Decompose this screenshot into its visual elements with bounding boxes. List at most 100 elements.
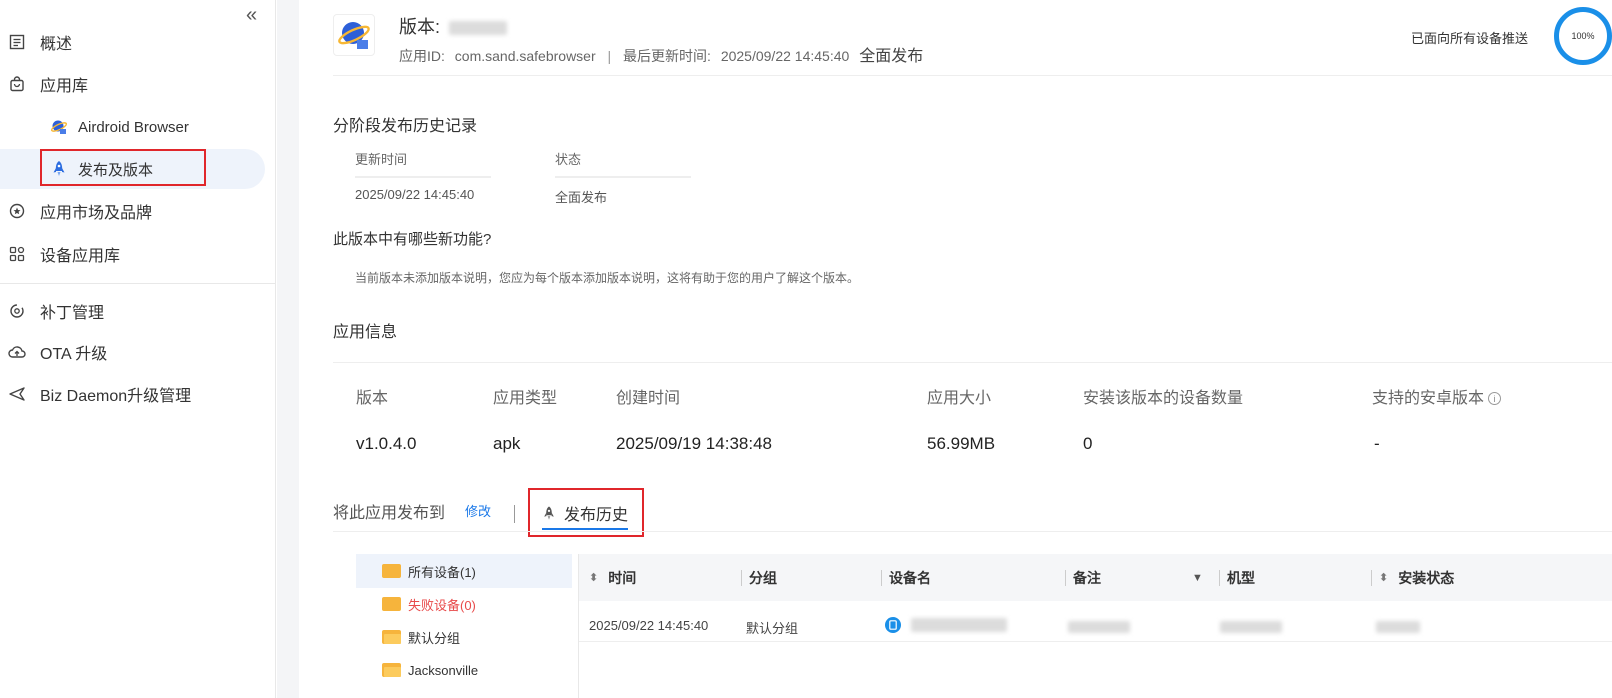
sidebar: « 概述 应用库 Airdroid Browser 发布及版本 应用市场及品牌 [0,0,276,698]
tree-item-all-devices[interactable]: 所有设备(1) [382,561,476,581]
bag-icon [8,75,26,93]
filter-dropdown-icon[interactable]: ▼ [1192,554,1203,601]
patch-icon [8,302,26,320]
cell-device-name[interactable] [885,616,1007,633]
release-state: 全面发布 [859,48,924,65]
sidebar-item-label: Airdroid Browser [78,118,189,136]
info-value-type: apk [493,434,521,453]
history-col-status: 状态 [555,149,691,178]
collapse-sidebar-icon[interactable]: « [246,4,257,27]
app-id-value: com.sand.safebrowser [454,48,596,64]
tabs-divider [333,531,1612,532]
cell-model [1220,618,1282,633]
cell-install-status [1376,618,1420,633]
history-row-time: 2025/09/22 14:45:40 [355,187,475,202]
sidebar-item-label: Biz Daemon升级管理 [40,388,192,405]
progress-text: 100% [1571,31,1595,41]
sidebar-item-label: OTA 升级 [40,346,108,363]
info-header-created: 创建时间 [616,390,681,407]
progress-ring: 100% [1554,7,1612,65]
star-circle-icon [8,202,26,220]
document-list-icon [8,33,26,51]
sidebar-item-app-library[interactable]: 应用库 [0,66,88,102]
history-col-time: 更新时间 [355,149,491,178]
sort-icon[interactable]: ⬍ [1379,571,1388,584]
cell-group: 默认分组 [746,621,799,636]
col-group: 分组 [749,569,777,586]
header-divider [333,75,1612,76]
cloud-upload-icon [8,343,26,361]
install-status-redacted [1376,620,1420,633]
app-logo-icon [333,14,375,56]
highlight-box-tab [528,488,644,537]
sidebar-item-label: 应用库 [40,78,89,95]
grid-icon [8,245,26,263]
tree-item-label: 默认分组 [408,630,461,646]
info-value-created: 2025/09/19 14:38:48 [616,434,772,453]
tree-item-failed-devices[interactable]: 失败设备(0) [382,594,476,614]
history-row-status: 全面发布 [555,190,608,205]
folder-open-icon [382,663,401,677]
group-tree: 所有设备(1) 失败设备(0) 默认分组 Jacksonville [356,554,573,698]
info-value-version: v1.0.4.0 [356,434,417,453]
cell-remark [1068,618,1130,633]
info-header-version: 版本 [356,390,389,407]
sidebar-item-biz-daemon-upgrade[interactable]: Biz Daemon升级管理 [0,376,191,412]
cell-time: 2025/09/22 14:45:40 [589,618,709,633]
last-updated-value: 2025/09/22 14:45:40 [720,48,850,64]
col-time[interactable]: ⬍ 时间 [589,554,636,601]
info-icon[interactable]: i [1488,392,1502,406]
col-model: 机型 [1227,569,1255,586]
sidebar-item-ota-upgrade[interactable]: OTA 升级 [0,334,107,370]
info-header-size: 应用大小 [927,390,992,407]
tab-publish-to[interactable]: 将此应用发布到 [333,499,445,523]
version-label: 版本: [399,17,441,37]
version-redacted [449,21,508,36]
folder-icon [382,564,401,578]
history-title: 分阶段发布历史记录 [333,118,478,135]
app-id-label: 应用ID: [399,48,445,64]
folder-icon [382,597,401,611]
sidebar-divider [0,283,276,284]
sidebar-item-device-app-library[interactable]: 设备应用库 [0,236,120,272]
tree-item-default-group[interactable]: 默认分组 [382,627,460,647]
tree-item-jacksonville[interactable]: Jacksonville [382,660,478,680]
sidebar-item-label: 设备应用库 [40,248,121,265]
app-browser-icon [50,118,68,136]
sidebar-item-airdroid-browser[interactable]: Airdroid Browser [40,108,189,146]
table-header: ⬍ 时间 分组 设备名 备注 ▼ 机型 ⬍ 安装状态 [579,554,1612,601]
info-value-android-version: - [1374,434,1380,453]
table-row-divider [579,641,1612,642]
sort-icon[interactable]: ⬍ [589,571,598,584]
sidebar-item-label: 概述 [40,36,73,53]
info-header-android-version: 支持的安卓版本 i [1372,384,1502,408]
tree-item-label: 所有设备(1) [408,564,476,580]
tree-item-label: 失败设备(0) [408,597,476,613]
col-remark: 备注 [1073,569,1101,586]
sidebar-item-overview[interactable]: 概述 [0,24,72,60]
release-history-table: ⬍ 时间 分组 设备名 备注 ▼ 机型 ⬍ 安装状态 2025/09/22 14… [578,554,1612,698]
info-header-type: 应用类型 [493,390,558,407]
tree-item-label: Jacksonville [408,662,479,678]
modify-link[interactable]: 修改 [465,501,491,520]
layout-gutter [277,0,299,698]
version-title: 版本: [399,13,508,39]
last-updated-label: 最后更新时间: [623,48,711,64]
model-redacted [1220,620,1282,633]
whats-new-title: 此版本中有哪些新功能? [333,231,492,248]
sidebar-item-patch-management[interactable]: 补丁管理 [0,293,104,329]
app-info-divider [333,362,1612,363]
app-meta-line: 应用ID: com.sand.safebrowser | 最后更新时间: 202… [399,48,924,65]
col-install-status[interactable]: ⬍ 安装状态 [1379,554,1454,601]
tab-separator [514,505,515,523]
highlight-box-sidebar [40,149,206,186]
info-header-install-count: 安装该版本的设备数量 [1083,390,1244,407]
folder-open-icon [382,630,401,644]
main-content: 版本: 应用ID: com.sand.safebrowser | 最后更新时间:… [299,0,1612,698]
remark-redacted [1068,620,1130,633]
device-name-redacted [910,617,1007,632]
col-device-name: 设备名 [889,569,931,586]
send-icon [8,385,26,403]
sidebar-item-label: 补丁管理 [40,305,105,322]
sidebar-item-app-market-brand[interactable]: 应用市场及品牌 [0,193,152,229]
